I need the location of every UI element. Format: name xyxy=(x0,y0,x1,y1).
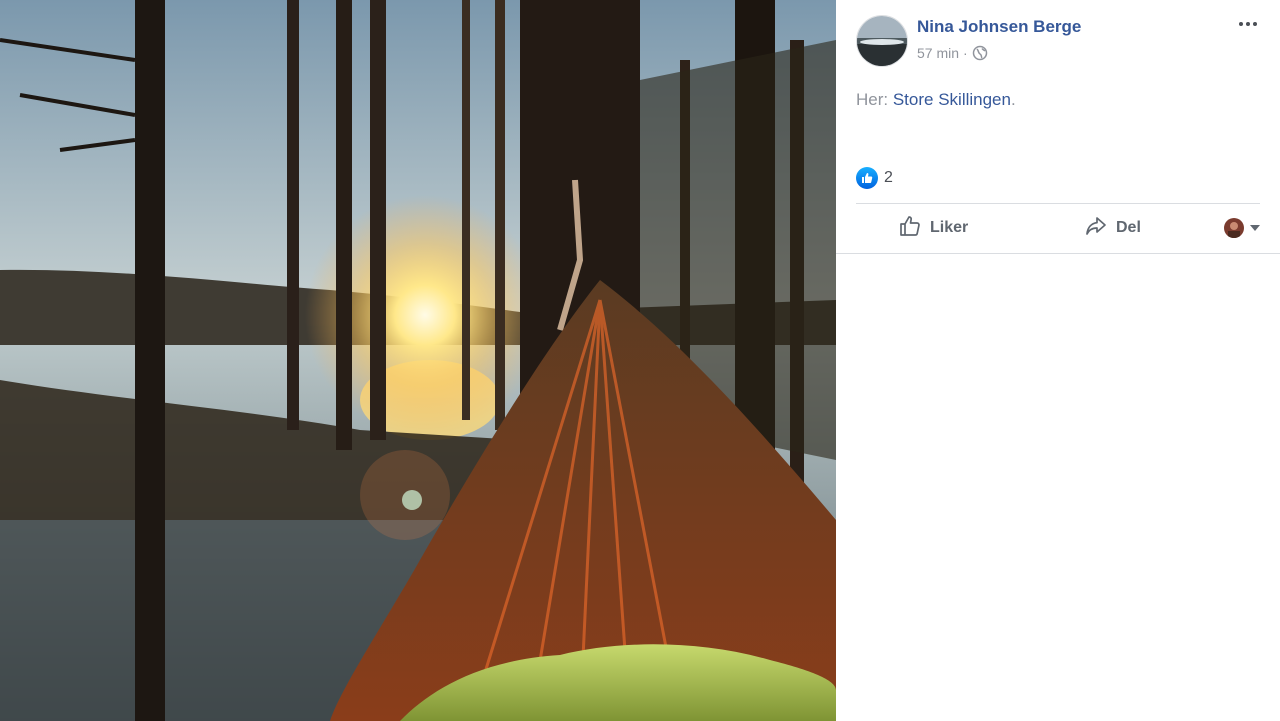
author-avatar[interactable] xyxy=(856,15,908,67)
post-side-panel: Nina Johnsen Berge 57 min · Her: Store S… xyxy=(836,0,1280,721)
location-prefix: Her: xyxy=(856,90,893,109)
more-options-icon[interactable] xyxy=(1236,12,1260,36)
avatar-image xyxy=(857,16,907,66)
like-reaction-icon xyxy=(856,167,878,189)
globe-icon[interactable] xyxy=(972,45,988,61)
post-photo[interactable] xyxy=(0,0,836,721)
location-suffix: . xyxy=(1010,90,1016,109)
meta-separator: · xyxy=(963,45,968,61)
user-avatar xyxy=(1224,218,1244,238)
like-button[interactable]: Liker xyxy=(898,204,968,252)
reaction-count: 2 xyxy=(884,169,893,186)
reactions-summary[interactable]: 2 xyxy=(856,167,893,189)
divider xyxy=(836,253,1280,254)
author-name[interactable]: Nina Johnsen Berge xyxy=(917,17,1081,37)
share-arrow-icon xyxy=(1084,214,1108,243)
post-actions: Liker Del xyxy=(856,204,1260,252)
chevron-down-icon xyxy=(1250,225,1260,231)
post-location: Her: Store Skillingen. xyxy=(856,90,1016,110)
location-link[interactable]: Store Skillingen xyxy=(893,90,1011,109)
audience-selector[interactable] xyxy=(1224,204,1260,252)
like-label: Liker xyxy=(930,219,969,236)
share-button[interactable]: Del xyxy=(1084,204,1141,252)
post-meta: 57 min · xyxy=(917,45,988,61)
share-label: Del xyxy=(1116,219,1141,236)
thumbs-up-icon xyxy=(898,214,922,243)
post-time[interactable]: 57 min xyxy=(917,45,959,61)
hammock-sunset-photo xyxy=(0,0,836,721)
